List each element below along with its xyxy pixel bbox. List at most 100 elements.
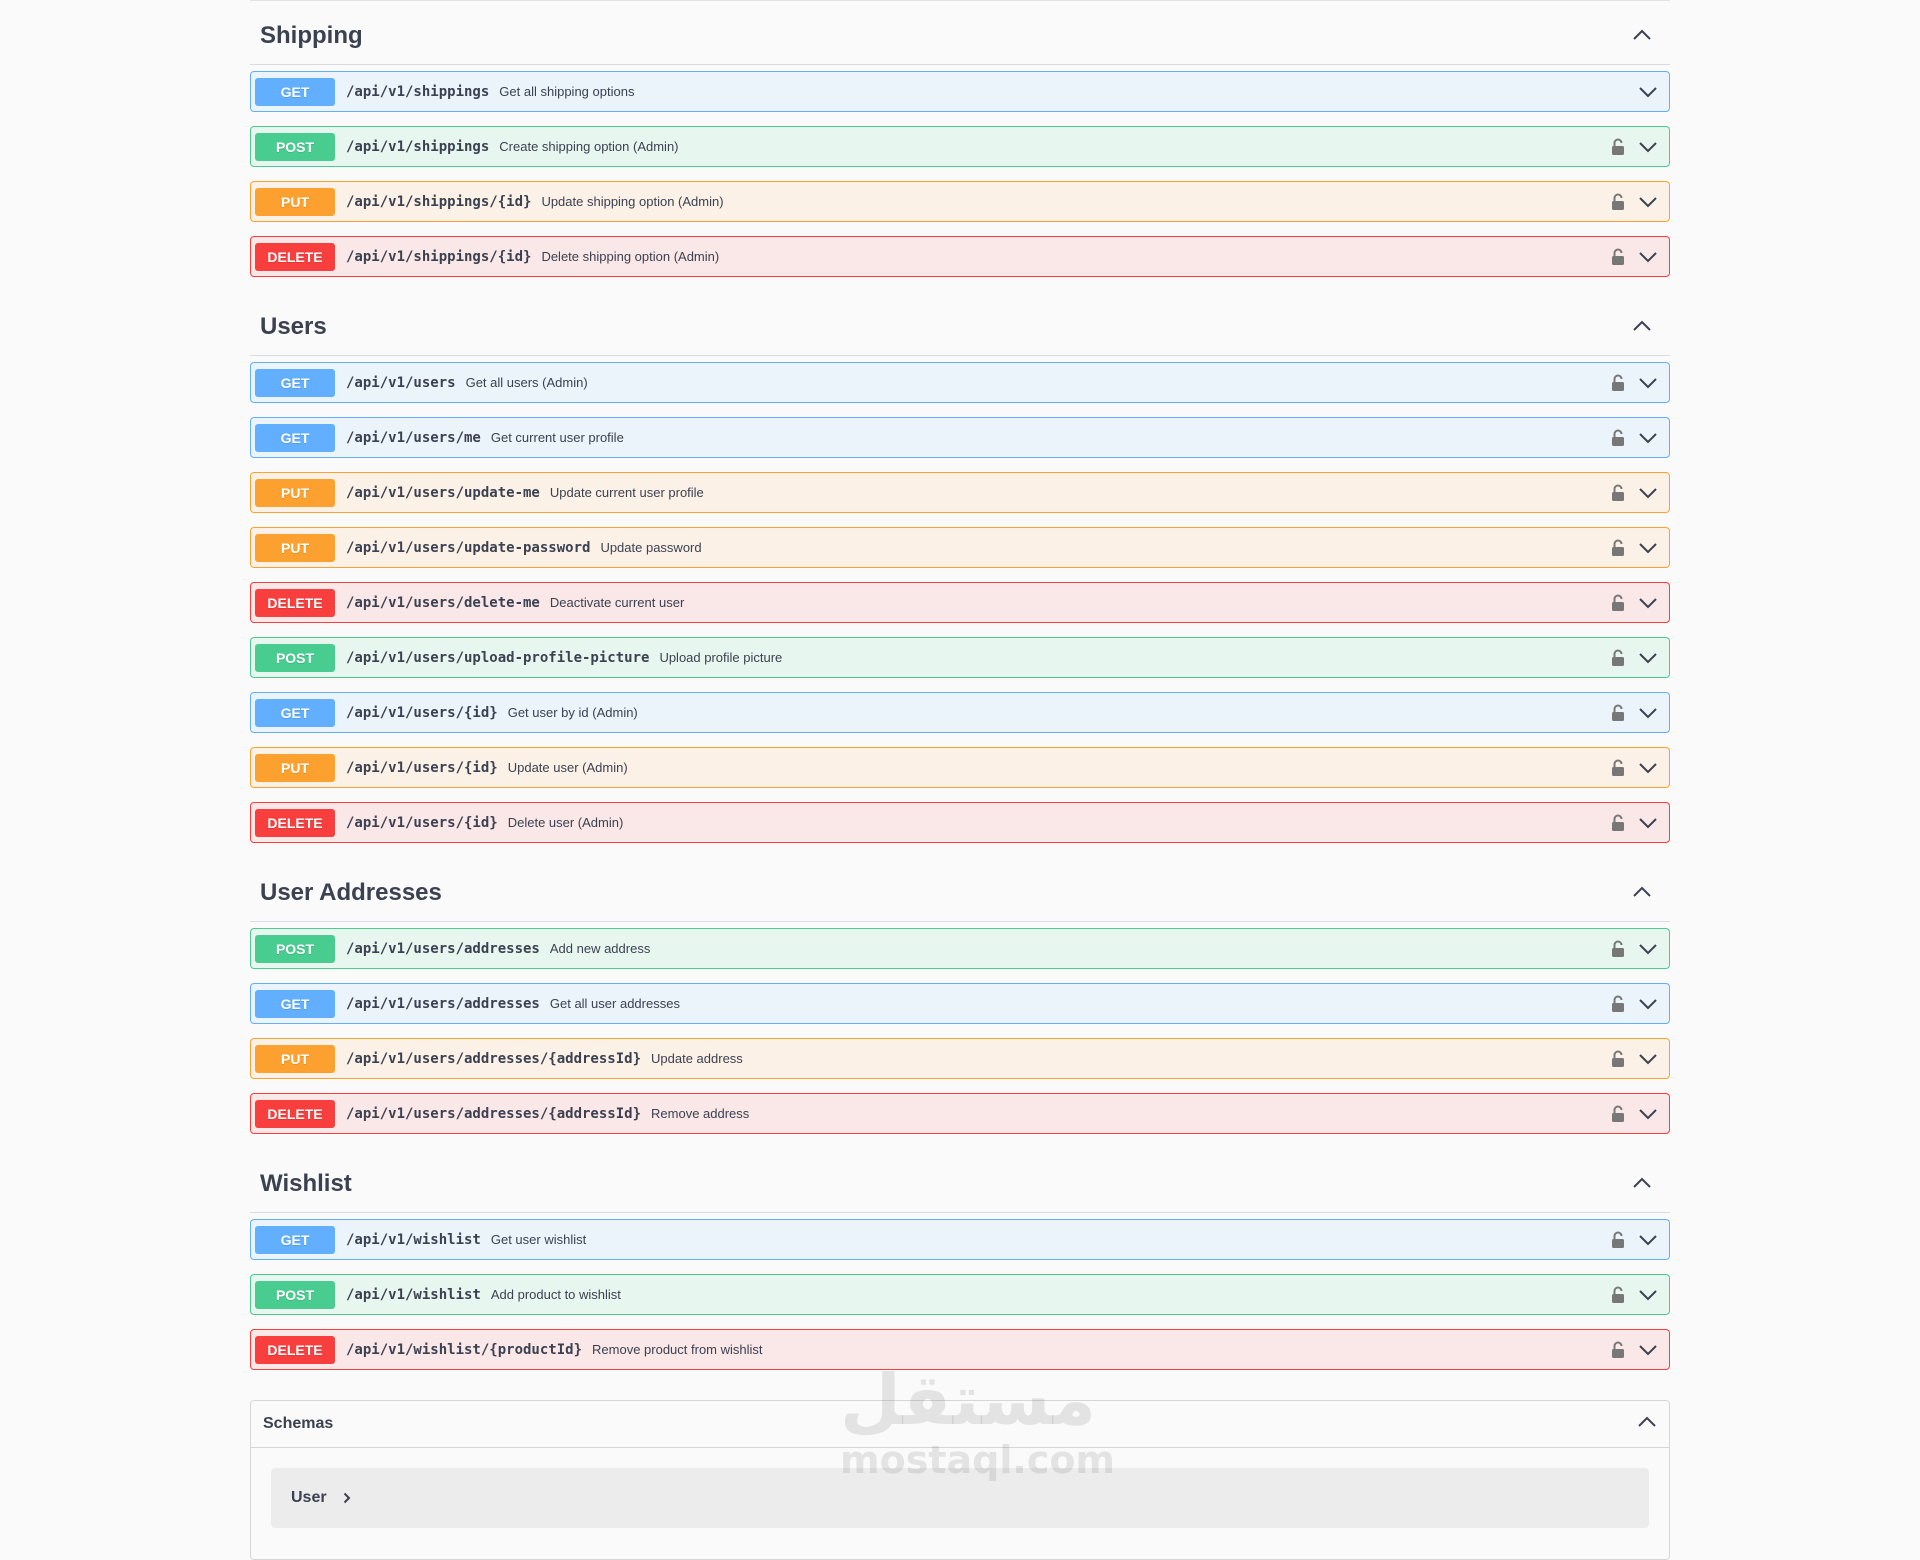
operation-row[interactable]: POST/api/v1/users/upload-profile-picture… — [250, 637, 1670, 678]
lock-icon[interactable] — [1609, 373, 1627, 393]
chevron-up-icon[interactable] — [1632, 1173, 1652, 1193]
operation-row[interactable]: GET/api/v1/users/addresses Get all user a… — [250, 983, 1670, 1024]
lock-icon[interactable] — [1609, 1230, 1627, 1250]
lock-icon[interactable] — [1609, 137, 1627, 157]
chevron-down-icon[interactable] — [1637, 938, 1659, 960]
operation-path: /api/v1/users/addresses/{addressId} — [346, 1105, 642, 1122]
chevron-up-icon[interactable] — [1632, 25, 1652, 45]
operation-path: /api/v1/shippings/{id} — [346, 248, 532, 265]
operation-summary: Get all user addresses — [549, 996, 680, 1011]
lock-icon[interactable] — [1609, 1104, 1627, 1124]
operation-summary: Update shipping option (Admin) — [541, 194, 724, 209]
operation-row[interactable]: GET/api/v1/users Get all users (Admin) — [250, 362, 1670, 403]
chevron-down-icon[interactable] — [1637, 592, 1659, 614]
lock-icon[interactable] — [1609, 247, 1627, 267]
operation-row[interactable]: PUT/api/v1/users/addresses/{addressId} Up… — [250, 1038, 1670, 1079]
operation-path: /api/v1/users — [346, 374, 456, 391]
chevron-up-icon[interactable] — [1637, 1415, 1657, 1433]
lock-icon[interactable] — [1609, 428, 1627, 448]
lock-icon[interactable] — [1609, 813, 1627, 833]
lock-icon[interactable] — [1609, 703, 1627, 723]
operation-summary: Get current user profile — [490, 430, 624, 445]
chevron-down-icon[interactable] — [1637, 1103, 1659, 1125]
operation-row[interactable]: GET/api/v1/users/me Get current user prof… — [250, 417, 1670, 458]
method-badge: POST — [255, 1280, 335, 1309]
chevron-up-icon[interactable] — [1632, 882, 1652, 902]
chevron-down-icon[interactable] — [1637, 812, 1659, 834]
operation-row[interactable]: GET/api/v1/shippings Get all shipping opt… — [250, 71, 1670, 112]
operation-summary: Delete user (Admin) — [507, 815, 624, 830]
lock-icon[interactable] — [1609, 648, 1627, 668]
lock-icon[interactable] — [1609, 1285, 1627, 1305]
tag-sections: Shipping GET/api/v1/shippings Get all ship… — [250, 0, 1670, 1370]
chevron-down-icon[interactable] — [1637, 136, 1659, 158]
chevron-right-icon[interactable] — [343, 1492, 351, 1504]
method-badge: POST — [255, 132, 335, 161]
operation-path: /api/v1/users/update-me — [346, 484, 540, 501]
lock-icon[interactable] — [1609, 939, 1627, 959]
chevron-down-icon[interactable] — [1637, 647, 1659, 669]
tag-title: Users — [260, 313, 327, 340]
chevron-down-icon[interactable] — [1637, 1284, 1659, 1306]
chevron-down-icon[interactable] — [1637, 482, 1659, 504]
operation-row[interactable]: PUT/api/v1/shippings/{id} Update shipping… — [250, 181, 1670, 222]
operation-row[interactable]: DELETE/api/v1/users/delete-me Deactivate … — [250, 582, 1670, 623]
chevron-down-icon[interactable] — [1637, 537, 1659, 559]
method-badge: DELETE — [255, 588, 335, 617]
tag-header[interactable]: Wishlist — [250, 1148, 1670, 1213]
operation-row[interactable]: DELETE/api/v1/users/addresses/{addressId… — [250, 1093, 1670, 1134]
lock-icon[interactable] — [1609, 483, 1627, 503]
lock-icon[interactable] — [1609, 538, 1627, 558]
tag-header[interactable]: User Addresses — [250, 857, 1670, 922]
chevron-down-icon[interactable] — [1637, 702, 1659, 724]
tag-title: Wishlist — [260, 1170, 352, 1197]
operation-row[interactable]: PUT/api/v1/users/update-password Update p… — [250, 527, 1670, 568]
lock-icon[interactable] — [1609, 994, 1627, 1014]
operation-row[interactable]: DELETE/api/v1/users/{id} Delete user (Adm… — [250, 802, 1670, 843]
operation-row[interactable]: POST/api/v1/wishlist Add product to wishl… — [250, 1274, 1670, 1315]
operation-row[interactable]: DELETE/api/v1/wishlist/{productId} Remove… — [250, 1329, 1670, 1370]
schemas-header[interactable]: Schemas — [251, 1401, 1669, 1448]
method-badge: POST — [255, 643, 335, 672]
method-badge: POST — [255, 934, 335, 963]
operation-summary: Delete shipping option (Admin) — [541, 249, 720, 264]
tag-header[interactable]: Users — [250, 291, 1670, 356]
operation-row[interactable]: DELETE/api/v1/shippings/{id} Delete shipp… — [250, 236, 1670, 277]
operation-summary: Remove address — [651, 1106, 750, 1121]
tag-header[interactable]: Shipping — [250, 0, 1670, 65]
chevron-down-icon[interactable] — [1637, 1339, 1659, 1361]
method-badge: PUT — [255, 1044, 335, 1073]
operation-summary: Get user wishlist — [490, 1232, 587, 1247]
chevron-down-icon[interactable] — [1637, 427, 1659, 449]
lock-icon[interactable] — [1609, 758, 1627, 778]
chevron-down-icon[interactable] — [1637, 757, 1659, 779]
method-badge: GET — [255, 989, 335, 1018]
operation-row[interactable]: PUT/api/v1/users/{id} Update user (Admin) — [250, 747, 1670, 788]
tag-title: User Addresses — [260, 879, 442, 906]
operation-summary: Get all shipping options — [499, 84, 635, 99]
lock-icon[interactable] — [1609, 1340, 1627, 1360]
operation-row[interactable]: GET/api/v1/users/{id} Get user by id (Adm… — [250, 692, 1670, 733]
chevron-down-icon[interactable] — [1637, 993, 1659, 1015]
chevron-down-icon[interactable] — [1637, 1048, 1659, 1070]
tag-operations: POST/api/v1/users/addresses Add new addre… — [250, 922, 1670, 1134]
operation-row[interactable]: PUT/api/v1/users/update-me Update current… — [250, 472, 1670, 513]
chevron-down-icon[interactable] — [1637, 81, 1659, 103]
operation-summary: Add new address — [549, 941, 651, 956]
schemas-panel: Schemas User — [250, 1400, 1670, 1560]
chevron-down-icon[interactable] — [1637, 191, 1659, 213]
operation-row[interactable]: POST/api/v1/shippings Create shipping opt… — [250, 126, 1670, 167]
chevron-down-icon[interactable] — [1637, 246, 1659, 268]
chevron-down-icon[interactable] — [1637, 1229, 1659, 1251]
operation-path: /api/v1/users/addresses/{addressId} — [346, 1050, 642, 1067]
operation-summary: Update current user profile — [549, 485, 704, 500]
operation-row[interactable]: POST/api/v1/users/addresses Add new addre… — [250, 928, 1670, 969]
lock-icon[interactable] — [1609, 192, 1627, 212]
schema-model-user[interactable]: User — [271, 1468, 1649, 1528]
chevron-down-icon[interactable] — [1637, 372, 1659, 394]
chevron-up-icon[interactable] — [1632, 316, 1652, 336]
operation-row[interactable]: GET/api/v1/wishlist Get user wishlist — [250, 1219, 1670, 1260]
lock-icon[interactable] — [1609, 593, 1627, 613]
operation-path: /api/v1/users/delete-me — [346, 594, 540, 611]
lock-icon[interactable] — [1609, 1049, 1627, 1069]
